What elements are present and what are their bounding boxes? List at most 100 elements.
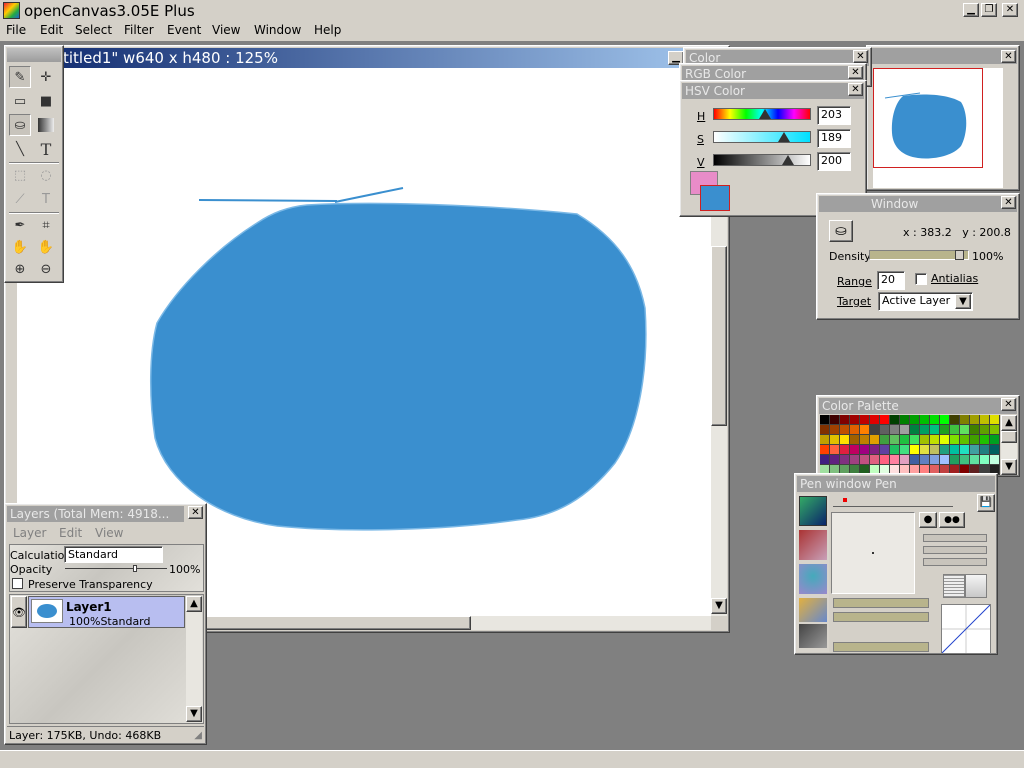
minimize-button[interactable]: ▁ xyxy=(963,3,979,17)
antialias-checkbox[interactable] xyxy=(915,273,927,285)
close-button[interactable]: ✕ xyxy=(1002,3,1018,17)
zoom-out-icon[interactable]: ⊖ xyxy=(35,258,57,280)
palette-swatch[interactable] xyxy=(840,415,850,425)
palette-swatch[interactable] xyxy=(990,455,1000,465)
tool-settings-titlebar[interactable]: Window xyxy=(819,196,1017,212)
palette-swatch[interactable] xyxy=(860,435,870,445)
crop-icon[interactable]: ⌗ xyxy=(35,214,57,236)
palette-scroll-down-button[interactable]: ▼ xyxy=(1001,459,1017,475)
background-color-swatch[interactable] xyxy=(700,185,730,211)
zoom-in-icon[interactable]: ⊕ xyxy=(9,258,31,280)
marker-brush-icon[interactable] xyxy=(799,530,827,560)
palette-swatch[interactable] xyxy=(820,445,830,455)
palette-swatch[interactable] xyxy=(830,425,840,435)
palette-swatch[interactable] xyxy=(920,455,930,465)
palette-swatch[interactable] xyxy=(880,445,890,455)
palette-swatch[interactable] xyxy=(980,415,990,425)
palette-swatch[interactable] xyxy=(930,415,940,425)
palette-swatch[interactable] xyxy=(940,415,950,425)
palette-swatch[interactable] xyxy=(840,455,850,465)
color-palette-titlebar[interactable]: Color Palette xyxy=(819,398,1017,414)
palette-swatch[interactable] xyxy=(940,455,950,465)
menu-select[interactable]: Select xyxy=(75,22,112,38)
palette-swatch[interactable] xyxy=(910,425,920,435)
density-slider[interactable] xyxy=(869,250,969,260)
pen-preview[interactable] xyxy=(831,512,915,594)
palette-swatch[interactable] xyxy=(980,445,990,455)
palette-swatch[interactable] xyxy=(890,425,900,435)
layer-visibility-eye-icon[interactable]: 👁 xyxy=(11,596,27,628)
palette-swatch[interactable] xyxy=(960,445,970,455)
palette-swatch[interactable] xyxy=(900,445,910,455)
palette-swatch[interactable] xyxy=(870,445,880,455)
hue-slider-thumb[interactable] xyxy=(759,109,771,119)
eyedropper-icon[interactable]: ✒ xyxy=(9,214,31,236)
palette-swatch[interactable] xyxy=(930,425,940,435)
palette-swatch[interactable] xyxy=(860,415,870,425)
menu-file[interactable]: File xyxy=(6,22,26,38)
pencil-icon[interactable]: ✎ xyxy=(9,66,31,88)
menu-event[interactable]: Event xyxy=(167,22,201,38)
palette-swatch[interactable] xyxy=(950,435,960,445)
palette-swatch[interactable] xyxy=(830,445,840,455)
palette-swatch[interactable] xyxy=(970,435,980,445)
palette-swatch[interactable] xyxy=(890,455,900,465)
palette-swatch[interactable] xyxy=(990,425,1000,435)
scroll-thumb-vertical[interactable] xyxy=(711,246,727,426)
palette-swatch[interactable] xyxy=(890,445,900,455)
palette-swatch[interactable] xyxy=(900,435,910,445)
rectangle-icon[interactable]: ▭ xyxy=(9,90,31,112)
palette-swatch[interactable] xyxy=(850,445,860,455)
preserve-transparency-checkbox[interactable] xyxy=(12,578,23,589)
palette-swatch[interactable] xyxy=(930,435,940,445)
palette-swatch[interactable] xyxy=(880,455,890,465)
airbrush-icon[interactable] xyxy=(799,624,827,648)
layers-titlebar[interactable]: Layers (Total Mem: 4918... xyxy=(7,506,184,522)
palette-swatch[interactable] xyxy=(920,445,930,455)
palette-swatch[interactable] xyxy=(940,445,950,455)
pen-slider-3[interactable] xyxy=(923,558,987,566)
layer-row-layer1[interactable]: Layer1 100%Standard xyxy=(28,596,185,628)
gradient-icon[interactable] xyxy=(35,114,57,136)
palette-swatch[interactable] xyxy=(970,425,980,435)
palette-scroll-thumb[interactable] xyxy=(1001,431,1017,443)
pen-shape-round-button[interactable]: ● xyxy=(919,512,937,528)
palette-swatch[interactable] xyxy=(900,455,910,465)
app-icon[interactable] xyxy=(3,2,20,19)
palette-swatch[interactable] xyxy=(980,455,990,465)
palette-swatch[interactable] xyxy=(850,425,860,435)
palette-swatch[interactable] xyxy=(890,415,900,425)
palette-swatch[interactable] xyxy=(950,425,960,435)
palette-swatch[interactable] xyxy=(960,435,970,445)
text-select-icon[interactable]: T xyxy=(35,188,57,210)
palette-swatch[interactable] xyxy=(930,455,940,465)
palette-swatch[interactable] xyxy=(820,455,830,465)
menu-help[interactable]: Help xyxy=(314,22,341,38)
palette-swatch[interactable] xyxy=(940,425,950,435)
palette-swatch[interactable] xyxy=(870,425,880,435)
range-input[interactable]: 20 xyxy=(877,271,905,290)
palette-swatch[interactable] xyxy=(830,455,840,465)
palette-swatch[interactable] xyxy=(850,455,860,465)
scroll-down-button[interactable]: ▼ xyxy=(711,598,727,614)
pen-shape-dots-button[interactable]: ●● xyxy=(939,512,965,528)
saturation-value[interactable]: 189 xyxy=(817,129,851,148)
palette-swatch[interactable] xyxy=(840,435,850,445)
palette-swatch[interactable] xyxy=(970,455,980,465)
target-dropdown-button[interactable]: ▼ xyxy=(955,294,971,309)
palette-swatch[interactable] xyxy=(880,435,890,445)
palette-swatch[interactable] xyxy=(870,415,880,425)
palette-swatch[interactable] xyxy=(900,425,910,435)
palette-swatch[interactable] xyxy=(830,435,840,445)
navigator-close-button[interactable]: ✕ xyxy=(1001,50,1016,63)
pen-slider-2[interactable] xyxy=(923,546,987,554)
hand-icon[interactable]: ✋ xyxy=(9,236,31,258)
palette-swatch[interactable] xyxy=(940,435,950,445)
pen-slider-1[interactable] xyxy=(923,534,987,542)
palette-swatch[interactable] xyxy=(920,435,930,445)
palette-swatch[interactable] xyxy=(910,415,920,425)
palette-swatch[interactable] xyxy=(970,445,980,455)
menu-edit[interactable]: Edit xyxy=(40,22,63,38)
palette-swatch[interactable] xyxy=(970,415,980,425)
pen-size-slider[interactable] xyxy=(833,598,929,608)
